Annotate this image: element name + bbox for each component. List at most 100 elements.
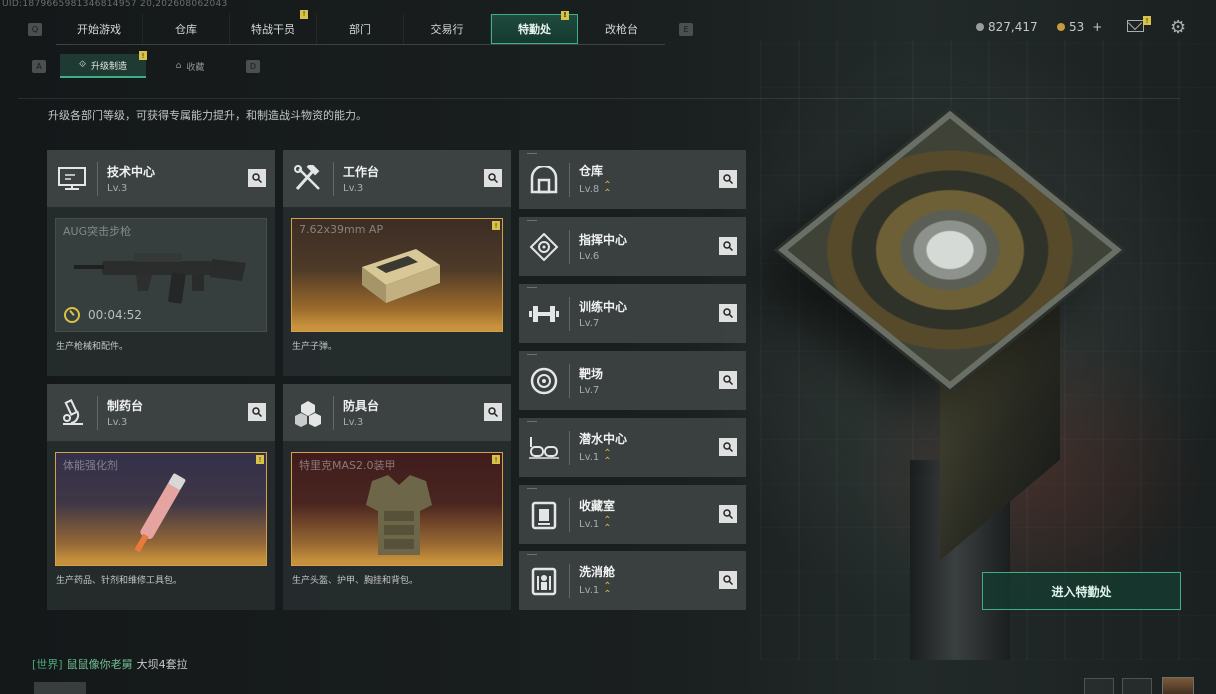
department-level: Lv.1 ⌃ ⌃ (579, 581, 615, 599)
level-text: Lv.1 (579, 585, 600, 596)
level-text: Lv.7 (579, 318, 600, 329)
department-card-collection-room[interactable]: 收藏室 Lv.1 ⌃ ⌃ (519, 485, 746, 544)
tab-start-game[interactable]: 开始游戏 (56, 13, 143, 44)
tab-operators[interactable]: 特战干员! (230, 9, 317, 44)
separator (569, 497, 570, 532)
decor-tick (527, 287, 537, 288)
search-icon[interactable] (719, 237, 737, 255)
notification-badge: ! (300, 9, 308, 19)
department-card-training-center[interactable]: 训练中心 Lv.7 (519, 284, 746, 343)
decor-tick (527, 554, 537, 555)
tab-warehouse[interactable]: 仓库 (143, 13, 230, 44)
decor-tick (527, 488, 537, 489)
page-description: 升级各部门等级，可获得专属能力提升，和制造战斗物资的能力。 (48, 109, 367, 122)
search-icon[interactable] (719, 571, 737, 589)
separator (569, 430, 570, 465)
uid-text: UID:1879665981346814957 20,202608062043 (2, 0, 228, 9)
separator (97, 161, 98, 196)
enter-special-ops-button[interactable]: 进入特勤处 (982, 572, 1181, 610)
card-header: 防具台 Lv.3 (283, 384, 511, 442)
search-icon[interactable] (719, 304, 737, 322)
gold-currency[interactable]: 53 + (1057, 20, 1102, 34)
department-name: 仓库 (579, 163, 604, 178)
timer-text: 00:04:52 (88, 308, 142, 322)
separator (333, 395, 334, 430)
chat-line[interactable]: [世界] 鼠鼠像你老舅 大坝4套拉 (32, 656, 188, 672)
search-icon[interactable] (719, 438, 737, 456)
department-card-workbench[interactable]: 工作台 Lv.3 7.62x39mm AP ! 生产子弹。 (283, 150, 511, 376)
divider (18, 98, 1180, 99)
level-text: Lv.8 (579, 184, 600, 195)
level-text: Lv.3 (107, 183, 128, 194)
production-slot[interactable]: AUG突击步枪 00:04:52 (55, 218, 267, 332)
separator (569, 363, 570, 398)
blocks-icon (283, 399, 333, 427)
department-level: Lv.7 (579, 318, 627, 329)
subnav-left-key[interactable]: A (32, 59, 46, 73)
top-tabs: 开始游戏 仓库 特战干员! 部门 交易行 特勤处! 改枪台 (56, 9, 665, 45)
team-slot[interactable] (1122, 678, 1152, 694)
search-icon[interactable] (484, 403, 502, 421)
level-text: Lv.3 (343, 417, 364, 428)
add-currency-button[interactable]: + (1092, 20, 1102, 34)
decontamination-icon (519, 566, 569, 596)
department-card-command-center[interactable]: 指挥中心 Lv.6 (519, 217, 746, 276)
subtab-collection[interactable]: ⌂ 收藏 (146, 54, 234, 78)
department-level: Lv.3 (343, 183, 379, 194)
department-card-armor-bench[interactable]: 防具台 Lv.3 特里克MAS2.0装甲 ! 生产头盔、护甲、胸挂和背包。 (283, 384, 511, 610)
gear-icon[interactable]: ⚙ (1170, 17, 1186, 38)
item-name: 7.62x39mm AP (299, 223, 384, 236)
department-card-decontamination[interactable]: 洗消舱 Lv.1 ⌃ ⌃ (519, 551, 746, 610)
top-navigation: Q 开始游戏 仓库 特战干员! 部门 交易行 特勤处! 改枪台 E (28, 9, 693, 45)
department-card-pharmacy[interactable]: 制药台 Lv.3 体能强化剂 ! 生产药品、针剂和维修工具包。 (47, 384, 275, 610)
mail-icon[interactable]: ! (1127, 16, 1151, 32)
chat-input-entry[interactable] (34, 682, 86, 694)
decor-tick (527, 421, 537, 422)
cube-front-face (778, 110, 1122, 390)
search-icon[interactable] (248, 169, 266, 187)
tab-label: 交易行 (430, 22, 464, 36)
collection-icon: ⌂ (175, 61, 182, 71)
department-level: Lv.8 ⌃ ⌃ (579, 180, 612, 198)
department-card-warehouse[interactable]: 仓库 Lv.8 ⌃ ⌃ (519, 150, 746, 209)
tab-trading[interactable]: 交易行 (404, 13, 491, 44)
tab-gunsmith[interactable]: 改枪台 (578, 14, 665, 44)
production-slot[interactable]: 7.62x39mm AP ! (291, 218, 503, 332)
production-slot[interactable]: 特里克MAS2.0装甲 ! (291, 452, 503, 566)
level-text: Lv.7 (579, 385, 600, 396)
timer-icon (64, 307, 80, 323)
production-timer: 00:04:52 (64, 307, 142, 323)
card-header: 制药台 Lv.3 (47, 384, 275, 442)
nav-right-key[interactable]: E (679, 22, 693, 36)
department-name: 工作台 (343, 165, 380, 179)
injector-image (134, 473, 186, 553)
search-icon[interactable] (719, 170, 737, 188)
search-icon[interactable] (248, 403, 266, 421)
level-text: Lv.3 (107, 417, 128, 428)
nav-left-key[interactable]: Q (28, 22, 42, 36)
tab-departments[interactable]: 部门 (317, 13, 404, 44)
decor-tick (527, 153, 537, 154)
department-name: 洗消舱 (579, 564, 616, 579)
department-description: 生产头盔、护甲、胸挂和背包。 (292, 576, 419, 586)
department-card-tech-center[interactable]: 技术中心 Lv.3 AUG突击步枪 00:04:52 生产枪械和配件。 (47, 150, 275, 376)
search-icon[interactable] (484, 169, 502, 187)
search-icon[interactable] (719, 371, 737, 389)
subnav-right-key[interactable]: D (246, 59, 260, 73)
subtab-upgrade-craft[interactable]: ⟐ 升级制造 ! (60, 51, 147, 78)
team-slot[interactable] (1084, 678, 1114, 694)
level-text: Lv.3 (343, 183, 364, 194)
department-card-diving-center[interactable]: 潜水中心 Lv.1 ⌃ ⌃ (519, 418, 746, 477)
chat-channel: [世界] (32, 658, 63, 671)
silver-currency: 827,417 (976, 20, 1038, 34)
decor-tick (527, 220, 537, 221)
separator (569, 296, 570, 331)
search-icon[interactable] (719, 505, 737, 523)
subtab-label: 升级制造 (91, 61, 128, 72)
production-slot[interactable]: 体能强化剂 ! (55, 452, 267, 566)
department-card-shooting-range[interactable]: 靶场 Lv.7 (519, 351, 746, 410)
chat-sender[interactable]: 鼠鼠像你老舅 (67, 656, 133, 672)
tab-special-ops[interactable]: 特勤处! (491, 10, 578, 44)
avatar[interactable] (1162, 677, 1194, 694)
department-level: Lv.7 (579, 385, 603, 396)
